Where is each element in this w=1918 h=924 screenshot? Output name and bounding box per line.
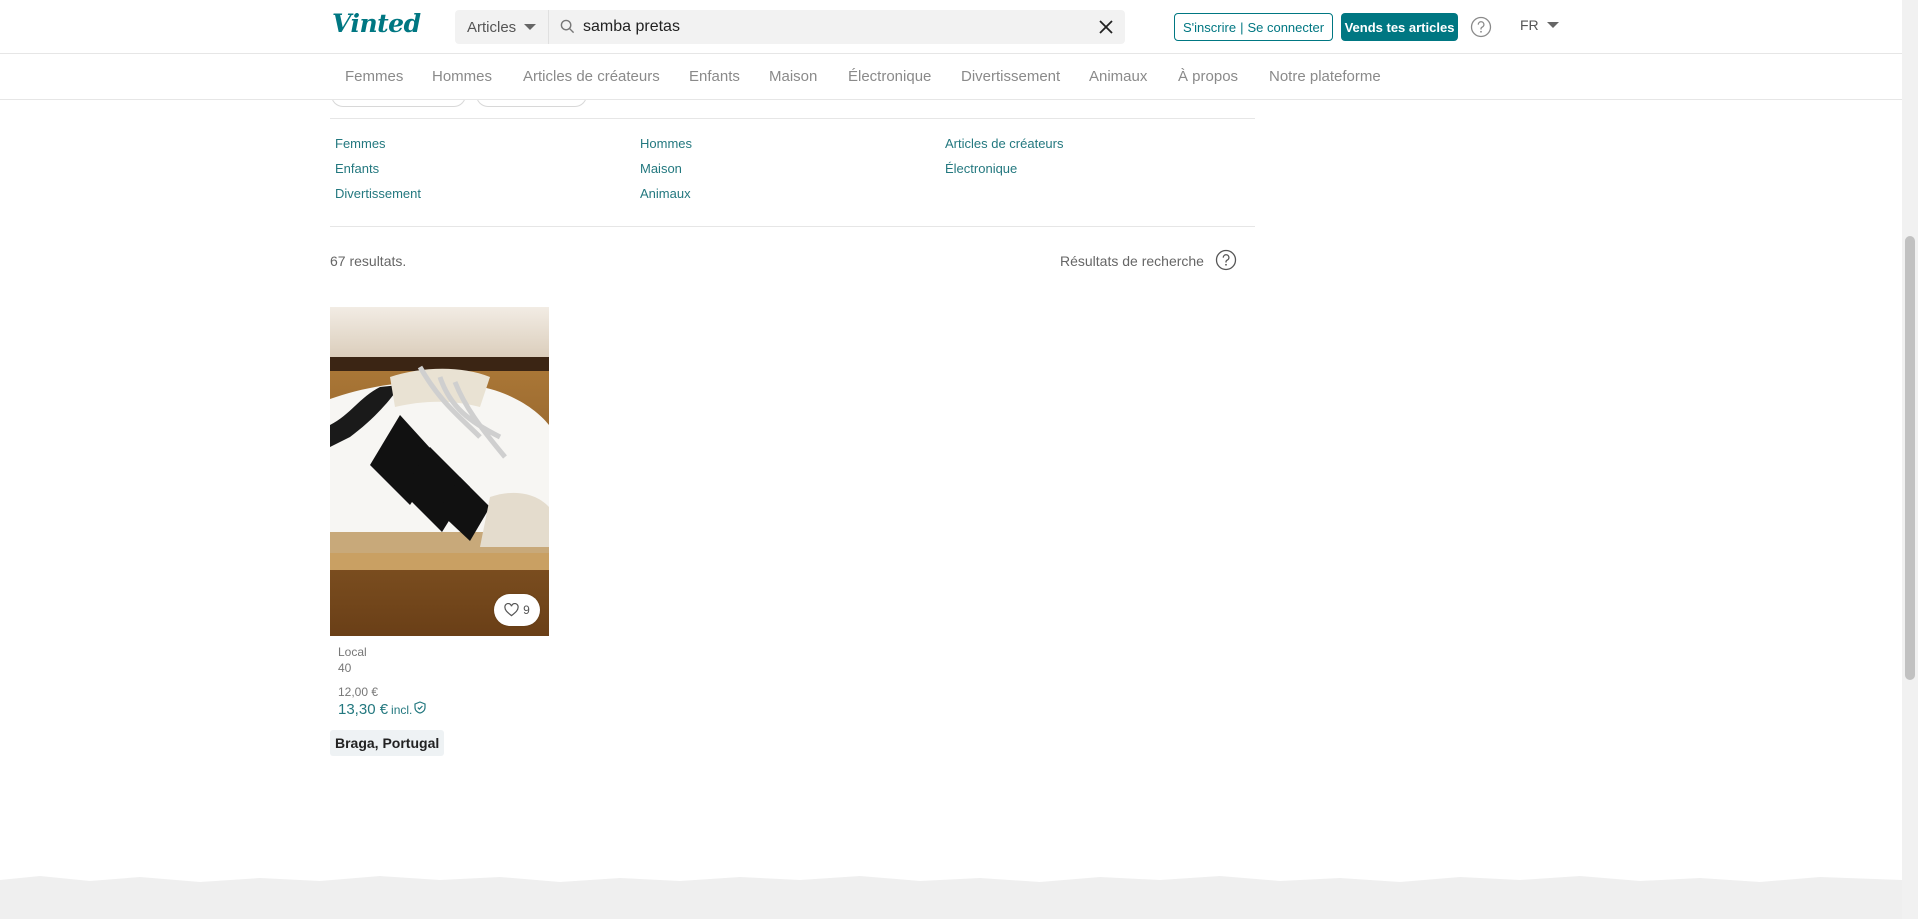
vinted-logo[interactable]: Vinted	[332, 9, 421, 38]
item-size: 40	[338, 661, 352, 675]
favorite-button[interactable]: 9	[494, 594, 540, 626]
shield-icon	[414, 701, 426, 714]
footer-torn-edge	[0, 872, 1902, 919]
help-icon[interactable]	[1470, 16, 1492, 43]
nav-item-hommes[interactable]: Hommes	[432, 68, 492, 85]
chevron-down-icon	[524, 24, 537, 30]
item-location: Braga, Portugal	[330, 730, 445, 756]
category-link-maison[interactable]: Maison	[640, 161, 682, 176]
category-nav: Femmes Hommes Articles de créateurs Enfa…	[0, 54, 1902, 100]
category-link-electronique[interactable]: Électronique	[945, 161, 1017, 176]
sell-items-button[interactable]: Vends tes articles	[1341, 13, 1458, 41]
search-bar: Articles	[455, 10, 1125, 44]
incl-label: incl.	[391, 703, 413, 717]
nav-item-femmes[interactable]: Femmes	[345, 68, 403, 85]
price-incl-value: 13,30 €	[338, 701, 389, 718]
language-label: FR	[1520, 17, 1539, 33]
nav-item-divertissement[interactable]: Divertissement	[961, 68, 1060, 85]
nav-item-articles-createurs[interactable]: Articles de créateurs	[523, 68, 660, 85]
language-select[interactable]: FR	[1520, 17, 1559, 33]
category-link-articles-createurs[interactable]: Articles de créateurs	[945, 136, 1064, 151]
divider	[330, 226, 1255, 227]
nav-item-electronique[interactable]: Électronique	[848, 68, 931, 85]
signup-login-button[interactable]: S'inscrire | Se connecter	[1174, 13, 1334, 41]
close-icon[interactable]	[1097, 18, 1115, 41]
category-link-femmes[interactable]: Femmes	[335, 136, 386, 151]
top-header: Vinted Articles S'inscrire | Se connecte…	[0, 0, 1902, 54]
login-label[interactable]: Se connecter	[1247, 20, 1324, 35]
search-icon	[560, 19, 575, 39]
nav-item-enfants[interactable]: Enfants	[689, 68, 740, 85]
nav-item-animaux[interactable]: Animaux	[1089, 68, 1147, 85]
category-link-animaux[interactable]: Animaux	[640, 186, 691, 201]
scrollbar-thumb[interactable]	[1905, 236, 1915, 680]
chevron-down-icon	[1546, 22, 1559, 28]
category-link-divertissement[interactable]: Divertissement	[335, 186, 421, 201]
catalog-type-label: Articles	[467, 18, 517, 36]
catalog-type-select[interactable]: Articles	[455, 10, 549, 44]
category-link-enfants[interactable]: Enfants	[335, 161, 379, 176]
nav-item-a-propos[interactable]: À propos	[1178, 68, 1238, 85]
heart-icon	[504, 603, 519, 617]
favorite-count: 9	[523, 603, 530, 617]
results-count: 67 resultats.	[330, 253, 407, 269]
divider	[330, 118, 1255, 119]
results-label: Résultats de recherche	[1060, 253, 1204, 269]
item-price: 12,00 €	[338, 685, 379, 699]
category-link-hommes[interactable]: Hommes	[640, 136, 692, 151]
help-icon[interactable]	[1215, 249, 1237, 276]
nav-item-notre-plateforme[interactable]: Notre plateforme	[1269, 68, 1381, 85]
item-price-with-protection[interactable]: 13,30 € incl.	[338, 701, 426, 718]
nav-item-maison[interactable]: Maison	[769, 68, 817, 85]
signup-label[interactable]: S'inscrire	[1183, 20, 1236, 35]
search-input[interactable]	[583, 10, 1063, 44]
auth-separator: |	[1240, 19, 1244, 35]
item-photo[interactable]	[330, 307, 549, 636]
item-brand: Local	[338, 645, 367, 659]
